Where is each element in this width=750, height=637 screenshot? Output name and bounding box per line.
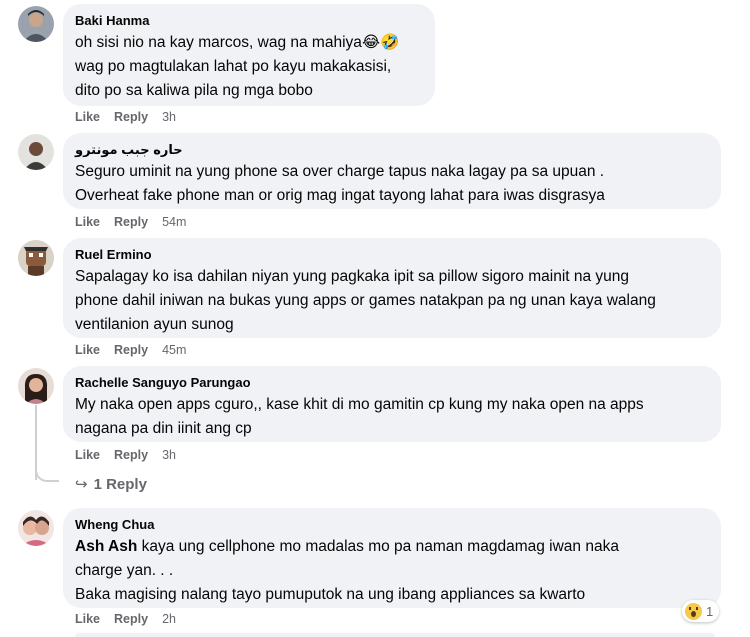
comment-text: Seguro uminit na yung phone sa over char…: [75, 163, 605, 204]
thread-connector: [35, 468, 59, 482]
replies-count-label: 1 Reply: [93, 476, 147, 493]
comment-actions: Like Reply 3h: [75, 447, 176, 463]
comment-author[interactable]: Ruel Ermino: [75, 246, 709, 263]
comment-actions: Like Reply 2h: [75, 611, 176, 627]
comment-author[interactable]: Rachelle Sanguyo Parungao: [75, 374, 709, 391]
comment-bubble: Baki Hanma oh sisi nio na kay marcos, wa…: [63, 4, 435, 106]
comment-text: oh sisi nio na kay marcos, wag na mahiya…: [75, 34, 400, 99]
reaction-count: 1: [706, 603, 714, 619]
comment-actions: Like Reply 54m: [75, 214, 186, 230]
comment-timestamp[interactable]: 45m: [162, 343, 186, 357]
comment-author[interactable]: Baki Hanma: [75, 12, 423, 29]
reaction-summary[interactable]: 1: [682, 600, 720, 622]
comment-timestamp[interactable]: 2h: [162, 612, 176, 626]
comment-bubble: Ruel Ermino Sapalagay ko isa dahilan niy…: [63, 238, 721, 338]
avatar[interactable]: [18, 134, 54, 170]
like-button[interactable]: Like: [75, 215, 100, 229]
comment-author[interactable]: حاره جبب مونترو: [75, 141, 709, 158]
like-button[interactable]: Like: [75, 110, 100, 124]
comment-timestamp[interactable]: 3h: [162, 448, 176, 462]
reply-button[interactable]: Reply: [114, 110, 148, 124]
avatar[interactable]: [18, 6, 54, 42]
comment-actions: Like Reply 3h: [75, 109, 176, 125]
like-button[interactable]: Like: [75, 612, 100, 626]
avatar[interactable]: [18, 510, 54, 546]
comment-text: Ash Ash kaya ung cellphone mo madalas mo…: [75, 535, 709, 607]
wow-emoji-icon: [685, 602, 702, 620]
next-comment-bubble-edge: [75, 633, 715, 637]
like-button[interactable]: Like: [75, 343, 100, 357]
comment-actions: Like Reply 45m: [75, 342, 186, 358]
comment-text-body: kaya ung cellphone mo madalas mo pa nama…: [75, 538, 619, 603]
avatar[interactable]: [18, 368, 54, 404]
comment-bubble: Rachelle Sanguyo Parungao My naka open a…: [63, 366, 721, 442]
comment-timestamp[interactable]: 54m: [162, 215, 186, 229]
comment-author[interactable]: Wheng Chua: [75, 516, 709, 533]
like-button[interactable]: Like: [75, 448, 100, 462]
comment-text: Sapalagay ko isa dahilan niyan yung pagk…: [75, 268, 656, 333]
avatar[interactable]: [18, 240, 54, 276]
comment-text: My naka open apps cguro,, kase khit di m…: [75, 396, 644, 437]
comment-bubble: Wheng Chua Ash Ash kaya ung cellphone mo…: [63, 508, 721, 608]
comment-timestamp[interactable]: 3h: [162, 110, 176, 124]
view-replies-link[interactable]: ↪ 1 Reply: [75, 475, 147, 495]
reply-button[interactable]: Reply: [114, 448, 148, 462]
reply-button[interactable]: Reply: [114, 343, 148, 357]
mention-link[interactable]: Ash Ash: [75, 538, 137, 555]
reply-arrow-icon: ↪: [75, 476, 88, 493]
reply-button[interactable]: Reply: [114, 612, 148, 626]
reply-button[interactable]: Reply: [114, 215, 148, 229]
comment-bubble: حاره جبب مونترو Seguro uminit na yung ph…: [63, 133, 721, 209]
